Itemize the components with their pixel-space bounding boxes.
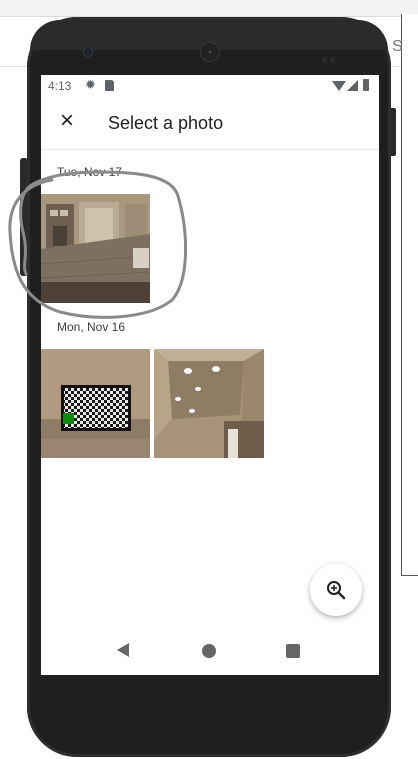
wifi-icon (332, 81, 346, 91)
date-header: Mon, Nov 16 (57, 320, 126, 334)
background-side-panel (401, 14, 418, 576)
back-icon[interactable] (117, 643, 129, 657)
settings-icon: ✹ (85, 77, 96, 92)
battery-icon (363, 79, 369, 91)
background-tab-letter: S (392, 38, 403, 55)
background-toolbar (0, 0, 418, 17)
status-time: 4:13 (48, 79, 72, 93)
navigation-bar (41, 635, 379, 675)
page-title: Select a photo (108, 113, 224, 133)
front-camera-icon (84, 48, 92, 56)
earpiece-speaker-icon (201, 43, 219, 61)
date-header: Tue, Nov 17 (57, 165, 122, 179)
photo-thumbnail-tv[interactable] (41, 349, 150, 458)
photo-thumbnail-kitchen[interactable] (41, 194, 150, 303)
zoom-in-icon (327, 581, 346, 600)
phone-screen: 4:13 ✹ × Select a photo Tue, Nov 17 Mon,… (41, 75, 379, 675)
recents-icon[interactable] (286, 644, 300, 658)
sd-card-icon (105, 80, 114, 91)
photo-thumbnail-ceiling[interactable] (154, 349, 264, 458)
zoom-button[interactable] (310, 564, 362, 616)
cell-signal-icon (347, 80, 358, 91)
app-bar: × Select a photo (41, 97, 379, 150)
proximity-sensor (322, 49, 340, 62)
status-bar: 4:13 ✹ (41, 75, 379, 97)
close-icon[interactable]: × (55, 109, 79, 133)
home-icon[interactable] (202, 644, 216, 658)
